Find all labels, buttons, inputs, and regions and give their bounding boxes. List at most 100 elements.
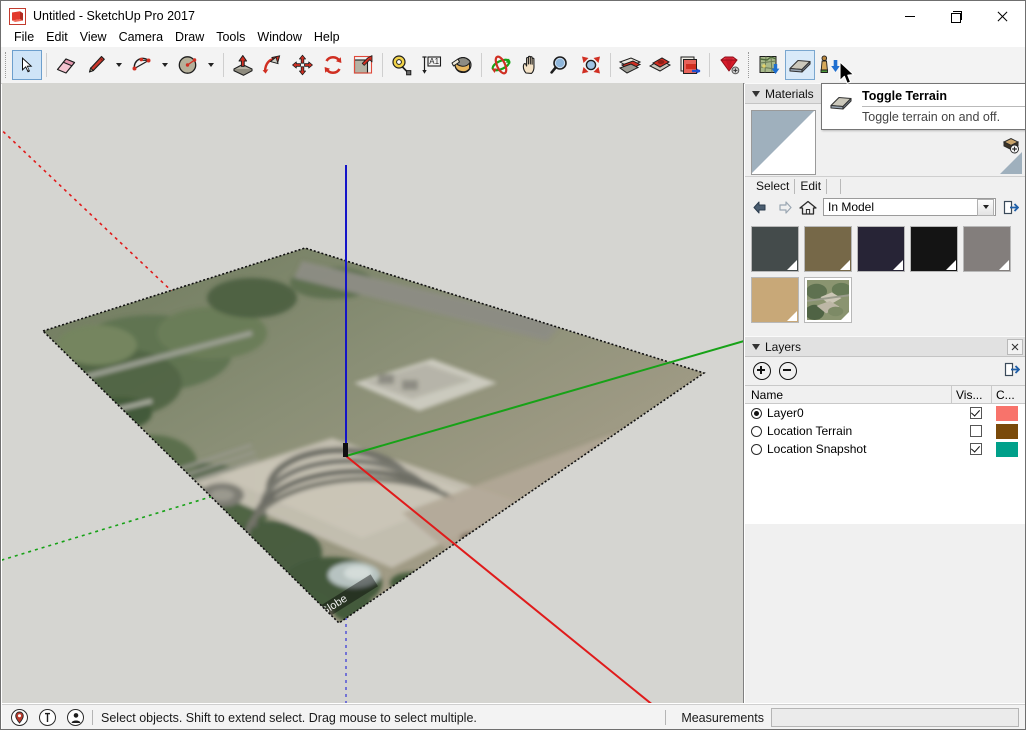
- layers-panel-header[interactable]: Layers: [745, 336, 1025, 357]
- toolbar-grip[interactable]: [746, 50, 753, 80]
- toolbar-grip[interactable]: [3, 50, 10, 80]
- window-title: Untitled - SketchUp Pro 2017: [33, 9, 195, 23]
- paint-bucket-tool[interactable]: [447, 50, 477, 80]
- display-section-cuts-icon: [680, 56, 701, 74]
- material-swatch-4[interactable]: [910, 226, 958, 272]
- layer-active-radio[interactable]: [751, 407, 762, 419]
- material-swatch-grid: [745, 220, 1025, 332]
- zoom-tool[interactable]: [546, 50, 576, 80]
- menu-view[interactable]: View: [74, 28, 113, 46]
- layer-color-swatch[interactable]: [996, 405, 1018, 421]
- scale-tool[interactable]: [348, 50, 378, 80]
- followme-tool[interactable]: [258, 50, 288, 80]
- account-status-icon[interactable]: [67, 709, 84, 726]
- circle-tool-dropdown[interactable]: [203, 50, 219, 80]
- arc-tool[interactable]: [127, 50, 157, 80]
- back-face-material-swatch[interactable]: [1000, 152, 1022, 174]
- pushpull-tool[interactable]: [228, 50, 258, 80]
- tab-spacer: [827, 179, 842, 194]
- orbit-tool[interactable]: [486, 50, 516, 80]
- menu-camera[interactable]: Camera: [113, 28, 169, 46]
- layers-list[interactable]: Layer0 Location Terrain Location Snapsho…: [745, 404, 1025, 524]
- layers-panel: Layers Name Vis... C... Layer0 Location …: [745, 336, 1025, 524]
- menu-help[interactable]: Help: [308, 28, 346, 46]
- layer-color-swatch[interactable]: [996, 423, 1018, 439]
- push-pull-icon: [233, 55, 253, 76]
- pan-tool[interactable]: [516, 50, 546, 80]
- menu-bar: File Edit View Camera Draw Tools Window …: [1, 27, 1025, 47]
- menu-file[interactable]: File: [8, 28, 40, 46]
- default-material-front-back-icon: [752, 111, 814, 173]
- display-section-planes-toggle[interactable]: [645, 50, 675, 80]
- chevron-down-icon[interactable]: [977, 198, 994, 216]
- column-header-visible[interactable]: Vis...: [952, 386, 992, 403]
- layer-visible-checkbox[interactable]: [969, 407, 982, 419]
- eraser-tool[interactable]: [51, 50, 81, 80]
- dimension-tool[interactable]: A1: [417, 50, 447, 80]
- tape-measure-tool[interactable]: [387, 50, 417, 80]
- materials-home-button[interactable]: [799, 198, 817, 216]
- layers-panel-close-button[interactable]: [1007, 339, 1023, 355]
- materials-library-select[interactable]: In Model: [823, 198, 996, 216]
- material-swatch-7[interactable]: [804, 277, 852, 323]
- zoom-extents-icon: [582, 56, 600, 74]
- follow-me-icon: [262, 55, 281, 74]
- material-swatch-6[interactable]: [751, 277, 799, 323]
- ruby-console-button[interactable]: [714, 50, 744, 80]
- arrow-cursor-icon: [22, 57, 33, 73]
- column-header-name[interactable]: Name: [745, 386, 952, 403]
- section-plane-tool[interactable]: [615, 50, 645, 80]
- line-tool[interactable]: [81, 50, 111, 80]
- menu-draw[interactable]: Draw: [169, 28, 210, 46]
- line-tool-dropdown[interactable]: [111, 50, 127, 80]
- credits-status-icon[interactable]: [39, 709, 56, 726]
- tab-select[interactable]: Select: [751, 179, 796, 194]
- layer-active-radio[interactable]: [751, 443, 762, 455]
- menu-tools[interactable]: Tools: [210, 28, 251, 46]
- layer-visible-checkbox[interactable]: [969, 425, 982, 437]
- layer-color-swatch[interactable]: [996, 441, 1018, 457]
- remove-layer-button[interactable]: [779, 362, 797, 380]
- add-photo-texture-button[interactable]: [815, 50, 845, 80]
- display-section-cuts-toggle[interactable]: [675, 50, 705, 80]
- layers-column-headers: Name Vis... C...: [745, 385, 1025, 404]
- materials-panel-body: Select Edit In Model: [745, 104, 1025, 332]
- add-photo-texture-icon: [820, 55, 840, 73]
- materials-back-button[interactable]: [751, 198, 769, 216]
- table-row[interactable]: Location Terrain: [745, 422, 1025, 440]
- close-icon: [997, 11, 1007, 21]
- menu-window[interactable]: Window: [251, 28, 307, 46]
- layers-details-button[interactable]: [1004, 362, 1021, 380]
- rotate-tool[interactable]: [318, 50, 348, 80]
- current-material-swatch[interactable]: [751, 110, 816, 175]
- table-row[interactable]: Layer0: [745, 404, 1025, 422]
- add-location-button[interactable]: [755, 50, 785, 80]
- modeling-viewport[interactable]: © DigitalGlobe: [2, 83, 744, 703]
- column-header-color[interactable]: C...: [992, 386, 1025, 403]
- material-swatch-5[interactable]: [963, 226, 1011, 272]
- geo-location-status-icon[interactable]: [11, 709, 28, 726]
- rotate-icon: [324, 56, 342, 74]
- zoom-extents-tool[interactable]: [576, 50, 606, 80]
- layer-active-radio[interactable]: [751, 425, 762, 437]
- materials-forward-button[interactable]: [775, 198, 793, 216]
- materials-details-button[interactable]: [1002, 198, 1020, 216]
- add-layer-button[interactable]: [753, 362, 771, 380]
- restore-icon: [951, 11, 962, 23]
- layer-visible-checkbox[interactable]: [969, 443, 982, 455]
- material-swatch-2[interactable]: [804, 226, 852, 272]
- measurements-input[interactable]: [771, 708, 1019, 727]
- select-tool[interactable]: [12, 50, 42, 80]
- material-swatch-1[interactable]: [751, 226, 799, 272]
- tab-edit[interactable]: Edit: [795, 179, 828, 194]
- layers-panel-title: Layers: [765, 339, 802, 354]
- table-row[interactable]: Location Snapshot: [745, 440, 1025, 458]
- move-tool[interactable]: [288, 50, 318, 80]
- arc-tool-dropdown[interactable]: [157, 50, 173, 80]
- material-swatch-3[interactable]: [857, 226, 905, 272]
- toggle-terrain-button[interactable]: [785, 50, 815, 80]
- layers-toolbar: [745, 357, 1025, 385]
- menu-edit[interactable]: Edit: [40, 28, 74, 46]
- layer-visible-cell: [958, 443, 993, 455]
- circle-tool[interactable]: [173, 50, 203, 80]
